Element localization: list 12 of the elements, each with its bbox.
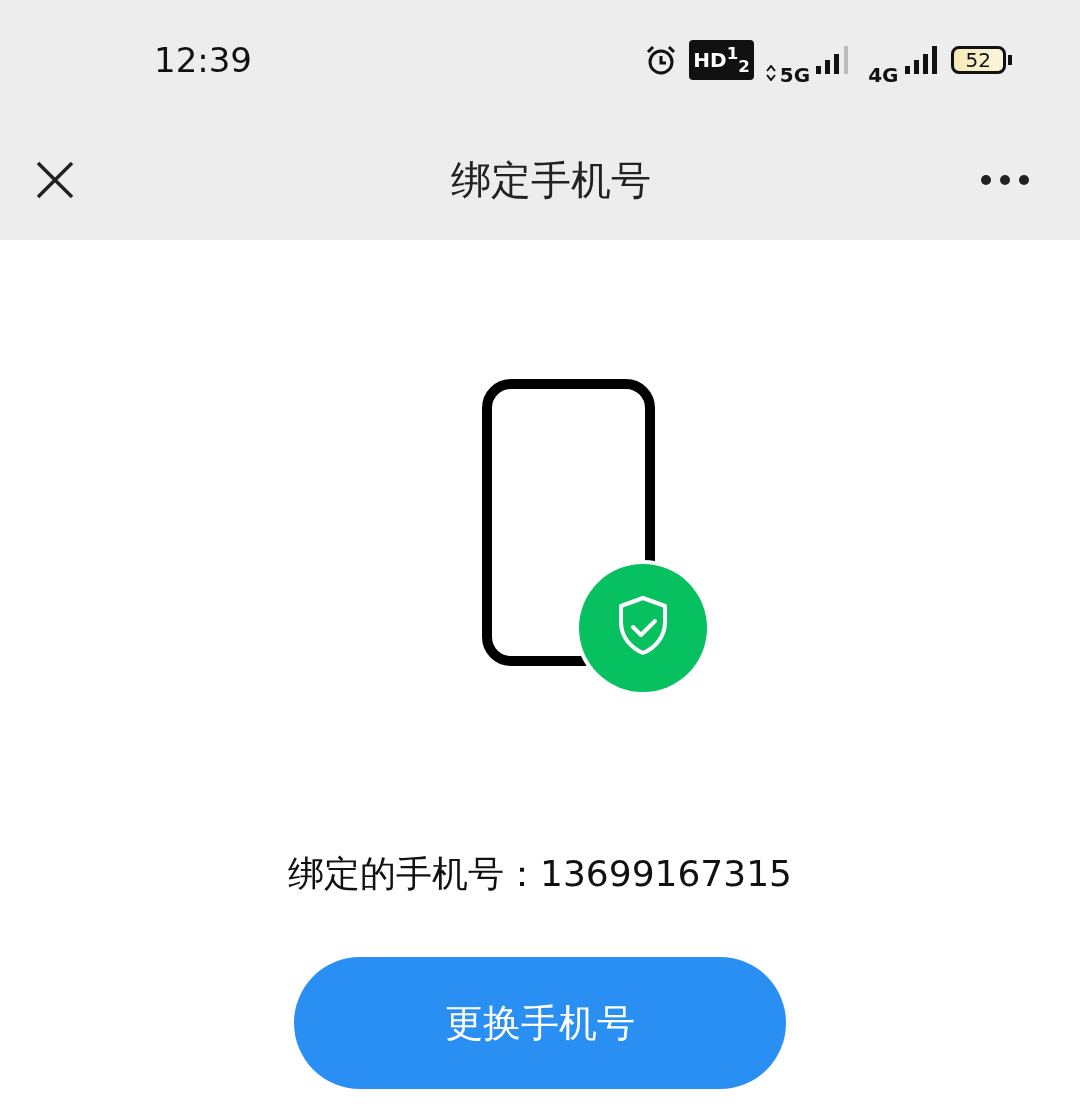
bound-phone-text: 绑定的手机号：13699167315: [288, 852, 792, 896]
change-phone-button[interactable]: 更换手机号: [294, 957, 786, 1089]
network-label: 4G: [868, 63, 899, 87]
signal-icon: [904, 44, 939, 76]
page-title: 绑定手机号: [451, 155, 651, 205]
alarm-clock-icon: [645, 44, 678, 76]
more-icon[interactable]: [980, 174, 1030, 186]
data-arrows-icon: [765, 65, 776, 81]
status-time: 12:39: [154, 40, 252, 80]
close-icon[interactable]: [36, 161, 74, 199]
network-label: 5G: [779, 63, 811, 87]
battery-indicator: 52: [950, 46, 1006, 74]
